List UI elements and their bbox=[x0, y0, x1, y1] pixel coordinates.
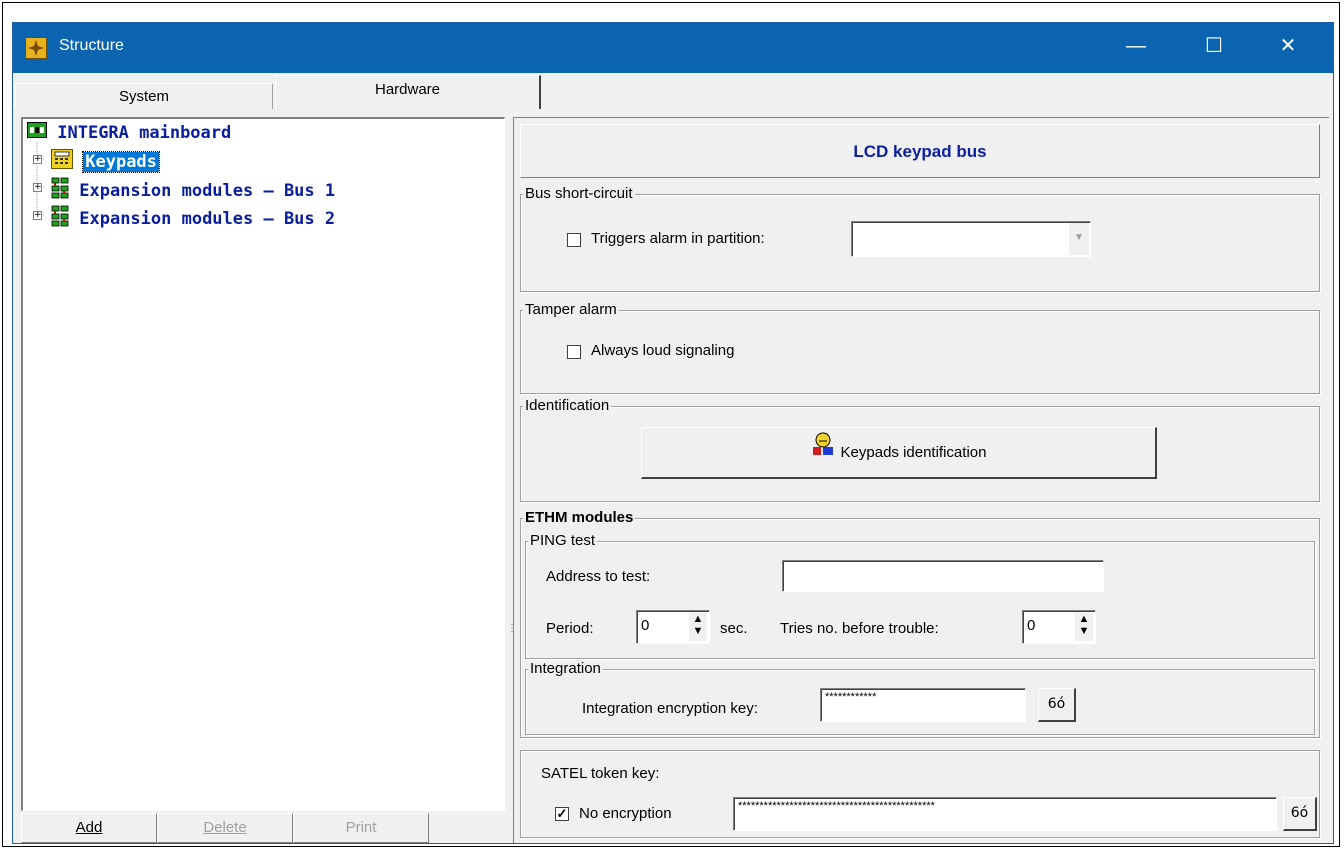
address-label: Address to test: bbox=[546, 568, 651, 585]
show-token-button[interactable]: 6ó bbox=[1283, 797, 1317, 831]
integration-key-input[interactable]: ************ bbox=[820, 688, 1026, 722]
identification-group: Identification Keypads identification bbox=[520, 397, 1320, 502]
triggers-alarm-label: Triggers alarm in partition: bbox=[591, 230, 765, 247]
glasses-icon: 6ó bbox=[1290, 805, 1309, 821]
show-key-button[interactable]: 6ó bbox=[1038, 688, 1076, 722]
expand-bus1-icon[interactable]: + bbox=[33, 183, 42, 192]
group-legend: ETHM modules bbox=[523, 509, 636, 526]
minimize-button[interactable]: — bbox=[1105, 23, 1167, 71]
keypad-icon bbox=[51, 149, 73, 175]
satel-token-group: SATEL token key: ✓ No encryption *******… bbox=[520, 750, 1320, 838]
mainboard-icon bbox=[27, 122, 47, 144]
tab-strip: System Hardware bbox=[13, 73, 1333, 109]
group-legend: Tamper alarm bbox=[523, 301, 619, 318]
tree-root[interactable]: INTEGRA mainboard bbox=[27, 122, 231, 144]
glasses-icon: 6ó bbox=[1047, 696, 1066, 712]
spin-arrows-icon[interactable]: ▲ ▼ bbox=[689, 613, 707, 641]
chevron-down-icon[interactable]: ▼ bbox=[1069, 223, 1089, 255]
identification-icon bbox=[811, 428, 837, 478]
window-title: Structure bbox=[59, 37, 124, 54]
app-icon bbox=[25, 37, 47, 59]
group-legend: PING test bbox=[528, 532, 598, 549]
ping-test-group: PING test Address to test: Period: 0 ▲ ▼ … bbox=[525, 532, 1315, 659]
tries-label: Tries no. before trouble: bbox=[780, 620, 939, 637]
bus-short-circuit-group: Bus short-circuit Triggers alarm in part… bbox=[520, 185, 1320, 292]
spin-arrows-icon[interactable]: ▲ ▼ bbox=[1075, 613, 1093, 641]
maximize-button[interactable]: ☐ bbox=[1183, 23, 1245, 71]
tries-spinner[interactable]: 0 ▲ ▼ bbox=[1022, 610, 1096, 644]
expand-keypads-icon[interactable]: + bbox=[33, 155, 42, 164]
address-input[interactable] bbox=[782, 560, 1104, 592]
integration-key-label: Integration encryption key: bbox=[582, 700, 758, 717]
panel-header: LCD keypad bus bbox=[520, 124, 1320, 178]
splitter-handle[interactable]: ⋮ bbox=[507, 623, 517, 643]
group-legend: Bus short-circuit bbox=[523, 185, 635, 202]
tab-hardware[interactable]: Hardware bbox=[275, 75, 541, 109]
expansion-bus-icon bbox=[51, 177, 69, 205]
always-loud-label: Always loud signaling bbox=[591, 342, 735, 359]
group-legend: Integration bbox=[528, 660, 603, 677]
tamper-alarm-group: Tamper alarm Always loud signaling bbox=[520, 301, 1320, 394]
satel-key-input[interactable]: ****************************************… bbox=[733, 797, 1277, 831]
tree-item-bus-2[interactable]: Expansion modules – Bus 2 bbox=[51, 205, 336, 229]
period-spinner[interactable]: 0 ▲ ▼ bbox=[636, 610, 710, 644]
tree-item-label: Expansion modules – Bus 2 bbox=[79, 209, 336, 229]
close-button[interactable]: ✕ bbox=[1257, 23, 1319, 71]
tree-item-label: Keypads bbox=[82, 151, 160, 173]
properties-panel: LCD keypad bus Bus short-circuit Trigger… bbox=[513, 117, 1329, 843]
expansion-bus-icon bbox=[51, 205, 69, 233]
title-bar: Structure — ☐ ✕ bbox=[13, 23, 1333, 73]
no-encryption-label: No encryption bbox=[579, 805, 672, 822]
partition-combobox[interactable]: ▼ bbox=[851, 221, 1091, 257]
hardware-tree: INTEGRA mainboard + Keypads + Expansion … bbox=[21, 117, 505, 811]
group-legend: Identification bbox=[523, 397, 612, 414]
always-loud-checkbox[interactable] bbox=[567, 345, 581, 359]
structure-window: Structure — ☐ ✕ System Hardware INTEGRA … bbox=[12, 22, 1334, 844]
add-button[interactable]: Add bbox=[21, 813, 157, 843]
tree-item-bus-1[interactable]: Expansion modules – Bus 1 bbox=[51, 177, 336, 201]
tree-button-bar: Add Delete Print bbox=[21, 813, 505, 843]
integration-group: Integration Integration encryption key: … bbox=[525, 660, 1315, 735]
triggers-alarm-checkbox[interactable] bbox=[567, 233, 581, 247]
period-label: Period: bbox=[546, 620, 594, 637]
no-encryption-checkbox[interactable]: ✓ bbox=[555, 807, 569, 821]
satel-token-label: SATEL token key: bbox=[541, 765, 660, 782]
tree-root-label: INTEGRA mainboard bbox=[57, 123, 232, 143]
period-unit: sec. bbox=[720, 620, 748, 637]
keypads-identification-button[interactable]: Keypads identification bbox=[641, 427, 1157, 479]
tree-item-keypads[interactable]: Keypads bbox=[51, 149, 160, 173]
delete-button[interactable]: Delete bbox=[157, 813, 293, 843]
ethm-modules-group: ETHM modules PING test Address to test: … bbox=[520, 509, 1320, 738]
print-button[interactable]: Print bbox=[293, 813, 429, 843]
expand-bus2-icon[interactable]: + bbox=[33, 211, 42, 220]
tab-system[interactable]: System bbox=[15, 83, 273, 109]
tree-item-label: Expansion modules – Bus 1 bbox=[79, 181, 336, 201]
